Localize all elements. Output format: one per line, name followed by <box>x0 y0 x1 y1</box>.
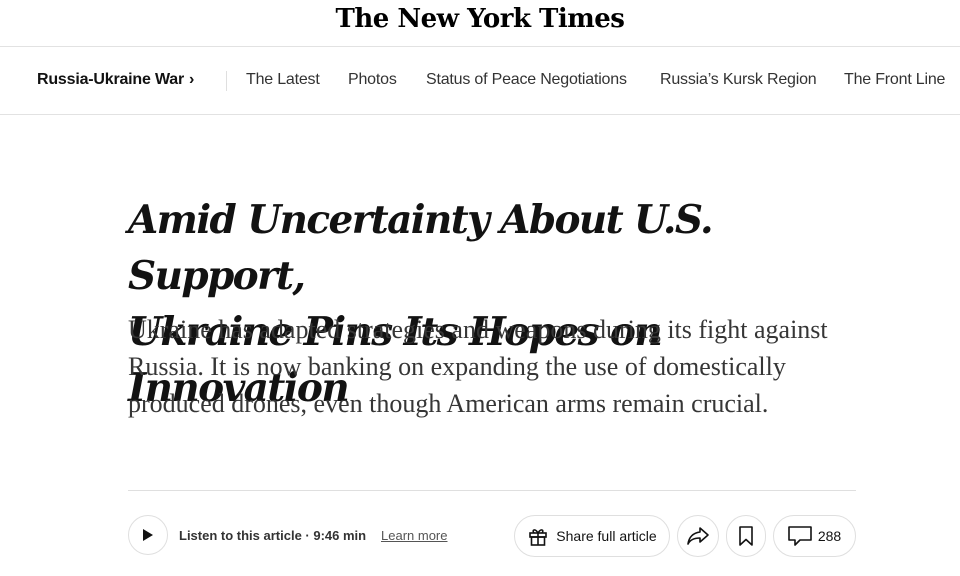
share-full-article-label: Share full article <box>556 528 657 544</box>
bookmark-icon <box>738 526 754 546</box>
share-arrow-icon <box>686 526 710 546</box>
masthead: The New York Times <box>0 0 960 47</box>
chevron-right-icon: › <box>188 71 195 88</box>
section-nav: Russia-Ukraine War › The Latest Photos St… <box>0 47 960 115</box>
share-button[interactable] <box>677 515 719 557</box>
section-label-text: Russia-Ukraine War <box>37 71 184 88</box>
nav-item-peace-negotiations[interactable]: Status of Peace Negotiations <box>426 71 627 89</box>
nav-divider <box>226 71 227 91</box>
divider-rule <box>128 490 856 491</box>
nav-item-photos[interactable]: Photos <box>348 71 397 89</box>
headline-line-1: Amid Uncertainty About U.S. Support, <box>128 197 714 299</box>
nav-item-kursk-region[interactable]: Russia’s Kursk Region <box>660 71 817 89</box>
article-summary: Ukraine has adapted strategies and weapo… <box>128 315 828 418</box>
play-audio-button[interactable] <box>128 515 168 555</box>
comments-button[interactable]: 288 <box>773 515 856 557</box>
listen-label: Listen to this article · 9:46 min <box>179 528 367 543</box>
share-full-article-button[interactable]: Share full article <box>514 515 670 557</box>
save-bookmark-button[interactable] <box>726 515 766 557</box>
nav-item-the-latest[interactable]: The Latest <box>246 71 320 89</box>
gift-icon <box>527 525 549 547</box>
nyt-logo[interactable]: The New York Times <box>0 4 960 34</box>
section-link-russia-ukraine-war[interactable]: Russia-Ukraine War › <box>37 71 194 89</box>
nav-item-front-line[interactable]: The Front Line <box>844 71 945 89</box>
comment-count: 288 <box>817 528 842 544</box>
learn-more-link[interactable]: Learn more <box>381 528 447 543</box>
play-icon <box>142 528 154 542</box>
comment-bubble-icon <box>788 526 812 546</box>
